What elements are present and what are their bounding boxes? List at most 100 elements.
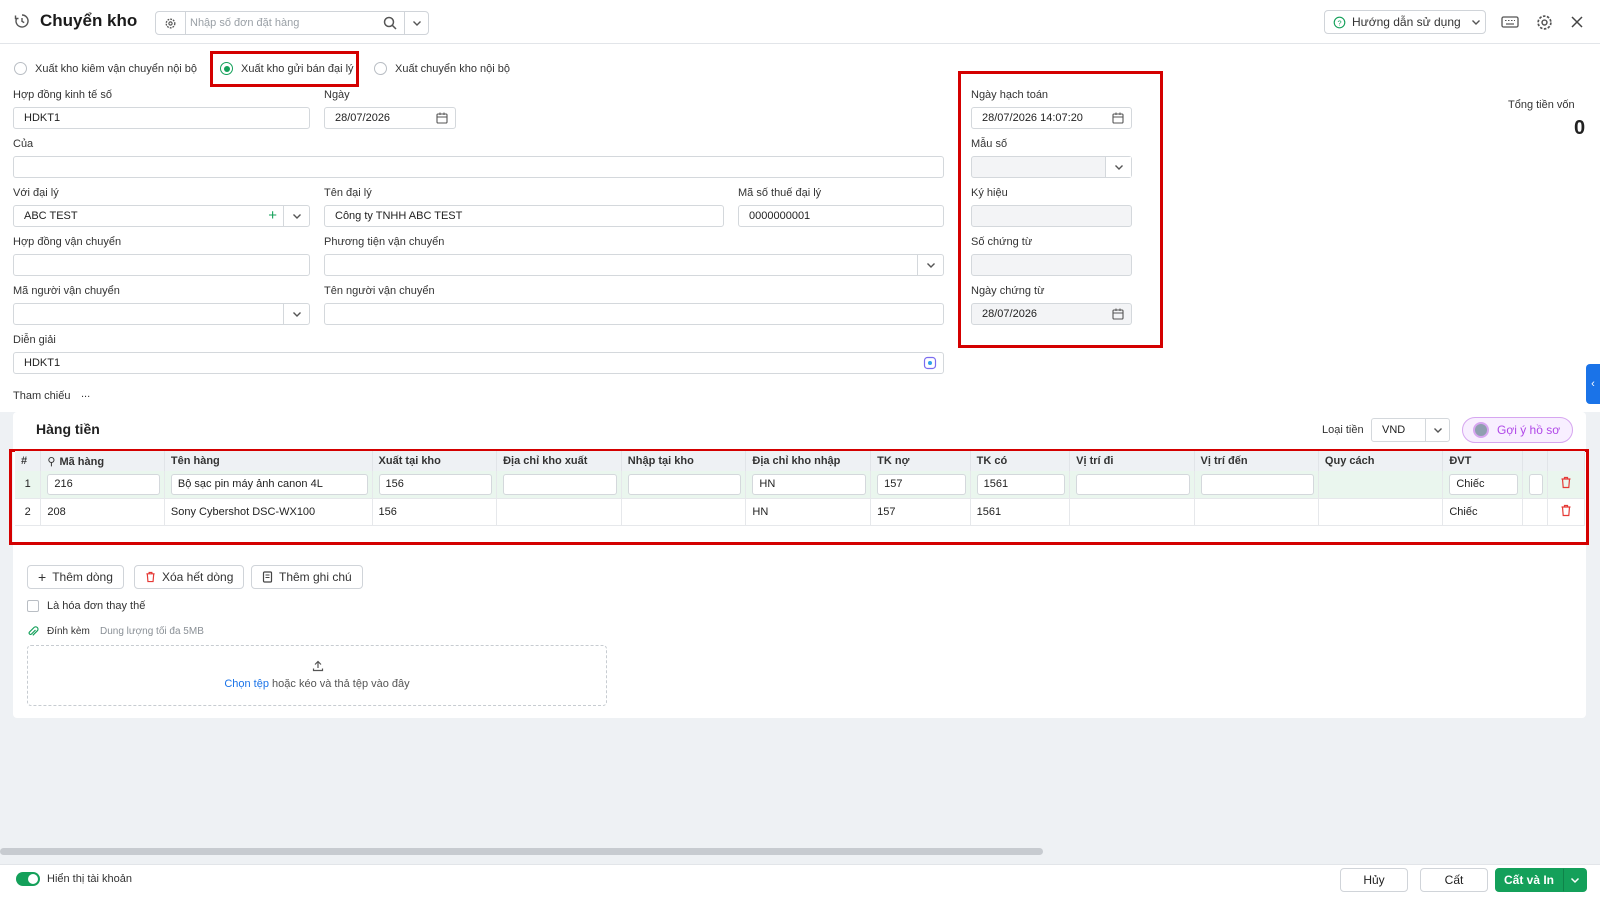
item-code-input[interactable]: 216 <box>47 473 160 495</box>
vehicle-select[interactable] <box>324 254 944 276</box>
carrier-name-field[interactable] <box>324 303 944 325</box>
accounting-date-field[interactable]: 28/07/2026 14:07:20 <box>971 107 1132 129</box>
attach-hint: Dung lượng tối đa 5MB <box>100 626 204 637</box>
to-location-cell[interactable] <box>1194 498 1319 526</box>
agent-select[interactable]: ABC TEST + <box>13 205 310 227</box>
help-button[interactable]: ? Hướng dẫn sử dụng <box>1324 10 1486 34</box>
in-address-cell[interactable]: HN <box>745 498 872 526</box>
history-icon[interactable] <box>14 13 30 29</box>
spec-cell[interactable] <box>1318 498 1444 526</box>
debit-account-cell[interactable]: 157 <box>870 498 971 526</box>
contract-label: Hợp đồng kinh tế số <box>13 89 112 101</box>
of-field[interactable] <box>13 156 944 178</box>
extra-input[interactable] <box>1529 473 1544 495</box>
extra-cell[interactable] <box>1522 498 1549 526</box>
save-print-button[interactable]: Cất và In <box>1495 868 1563 892</box>
replace-invoice-checkbox[interactable] <box>27 600 39 612</box>
out-warehouse-cell[interactable]: 156 <box>372 498 498 526</box>
ai-assist-icon[interactable] <box>923 356 937 370</box>
save-button[interactable]: Cất <box>1420 868 1488 892</box>
from-location-cell[interactable] <box>1069 498 1195 526</box>
calendar-icon[interactable] <box>1111 111 1125 125</box>
search-icon[interactable] <box>382 15 398 31</box>
cancel-button[interactable]: Hủy <box>1340 868 1408 892</box>
radio-internal-transfer[interactable]: Xuất chuyển kho nội bộ <box>374 62 510 75</box>
table-row[interactable]: 2 208 Sony Cybershot DSC-WX100 156 HN 15… <box>15 498 1585 526</box>
add-note-button[interactable]: Thêm ghi chú <box>251 565 363 589</box>
close-icon[interactable] <box>1567 12 1587 32</box>
upload-dropzone[interactable]: Chọn tệp hoặc kéo và thả tệp vào đây <box>27 645 607 706</box>
col-item-code[interactable]: ⚲ Mã hàng <box>40 451 165 471</box>
out-address-cell[interactable] <box>496 498 622 526</box>
chevron-down-icon[interactable] <box>1105 157 1131 177</box>
credit-account-input[interactable]: 1561 <box>976 473 1066 495</box>
transport-contract-field[interactable] <box>13 254 310 276</box>
col-in-warehouse: Nhập tại kho <box>621 451 747 471</box>
in-address-input[interactable]: HN <box>752 473 867 495</box>
delete-row-icon[interactable] <box>1547 498 1585 526</box>
suggest-profile-button[interactable]: Gợi ý hồ sơ <box>1462 417 1573 443</box>
carrier-name-label: Tên người vận chuyển <box>324 285 435 297</box>
calendar-icon[interactable] <box>1111 307 1125 321</box>
chevron-down-icon[interactable] <box>283 206 309 226</box>
ref-more-link[interactable]: ... <box>81 388 90 400</box>
spec-cell[interactable] <box>1318 471 1444 499</box>
add-icon[interactable]: + <box>268 207 277 224</box>
radio-agent-consignment[interactable]: Xuất kho gửi bán đại lý <box>220 62 354 75</box>
chevron-down-icon[interactable] <box>1425 419 1449 441</box>
to-location-input[interactable] <box>1200 473 1314 495</box>
show-account-toggle[interactable] <box>16 872 40 886</box>
desc-field[interactable]: HDKT1 <box>13 352 944 374</box>
side-panel-toggle[interactable]: ‹ <box>1586 364 1600 404</box>
debit-account-input[interactable]: 157 <box>877 473 966 495</box>
tax-field[interactable]: 0000000001 <box>738 205 944 227</box>
horizontal-scrollbar[interactable] <box>0 848 1043 855</box>
agent-name-field[interactable]: Công ty TNHH ABC TEST <box>324 205 724 227</box>
in-warehouse-cell[interactable] <box>621 498 747 526</box>
add-row-button[interactable]: + Thêm dòng <box>27 565 124 589</box>
choose-file-link[interactable]: Chọn tệp <box>224 678 269 690</box>
order-search-input[interactable] <box>190 14 375 32</box>
gear-icon[interactable] <box>156 12 186 34</box>
carrier-code-select[interactable] <box>13 303 310 325</box>
col-item-name: Tên hàng <box>164 451 373 471</box>
chevron-down-icon[interactable] <box>917 255 943 275</box>
symbol-field[interactable] <box>971 205 1132 227</box>
out-address-input[interactable] <box>503 473 617 495</box>
settings-icon[interactable] <box>1534 12 1554 32</box>
trash-icon <box>146 571 155 583</box>
clear-rows-button[interactable]: Xóa hết dòng <box>134 565 245 589</box>
from-location-input[interactable] <box>1076 473 1190 495</box>
col-credit: TK có <box>970 451 1071 471</box>
delete-row-icon[interactable] <box>1547 471 1585 499</box>
col-index: # <box>15 451 42 471</box>
agent-value: ABC TEST <box>24 210 78 222</box>
unit-cell[interactable]: Chiếc <box>1442 498 1524 526</box>
pin-icon[interactable]: ⚲ <box>47 456 55 468</box>
out-warehouse-input[interactable]: 156 <box>378 473 493 495</box>
chevron-down-icon[interactable] <box>283 304 309 324</box>
voucher-date-field[interactable]: 28/07/2026 <box>971 303 1132 325</box>
currency-select[interactable]: VND <box>1371 418 1450 442</box>
table-row[interactable]: 1 216 Bộ sạc pin máy ảnh canon 4L 156 HN… <box>15 471 1585 499</box>
calendar-icon[interactable] <box>435 111 449 125</box>
template-select[interactable] <box>971 156 1132 178</box>
radio-label: Xuất kho gửi bán đại lý <box>241 62 354 75</box>
voucher-date-value: 28/07/2026 <box>982 308 1038 320</box>
item-code-cell[interactable]: 208 <box>40 498 165 526</box>
voucher-number-field[interactable] <box>971 254 1132 276</box>
col-from-location: Vị trí đi <box>1069 451 1195 471</box>
contract-field[interactable]: HDKT1 <box>13 107 310 129</box>
page-title: Chuyển kho <box>40 11 138 30</box>
item-name-input[interactable]: Bộ sạc pin máy ảnh canon 4L <box>170 473 368 495</box>
chevron-down-icon[interactable] <box>404 12 429 34</box>
date-field[interactable]: 28/07/2026 <box>324 107 456 129</box>
credit-account-cell[interactable]: 1561 <box>970 498 1071 526</box>
item-name-cell[interactable]: Sony Cybershot DSC-WX100 <box>164 498 373 526</box>
radio-internal-transport[interactable]: Xuất kho kiêm vận chuyển nội bộ <box>14 62 197 75</box>
keyboard-icon[interactable] <box>1500 12 1520 32</box>
in-warehouse-input[interactable] <box>627 473 742 495</box>
unit-input[interactable]: Chiếc <box>1449 473 1519 495</box>
save-options-dropdown[interactable] <box>1563 868 1587 892</box>
col-extra <box>1522 451 1549 471</box>
